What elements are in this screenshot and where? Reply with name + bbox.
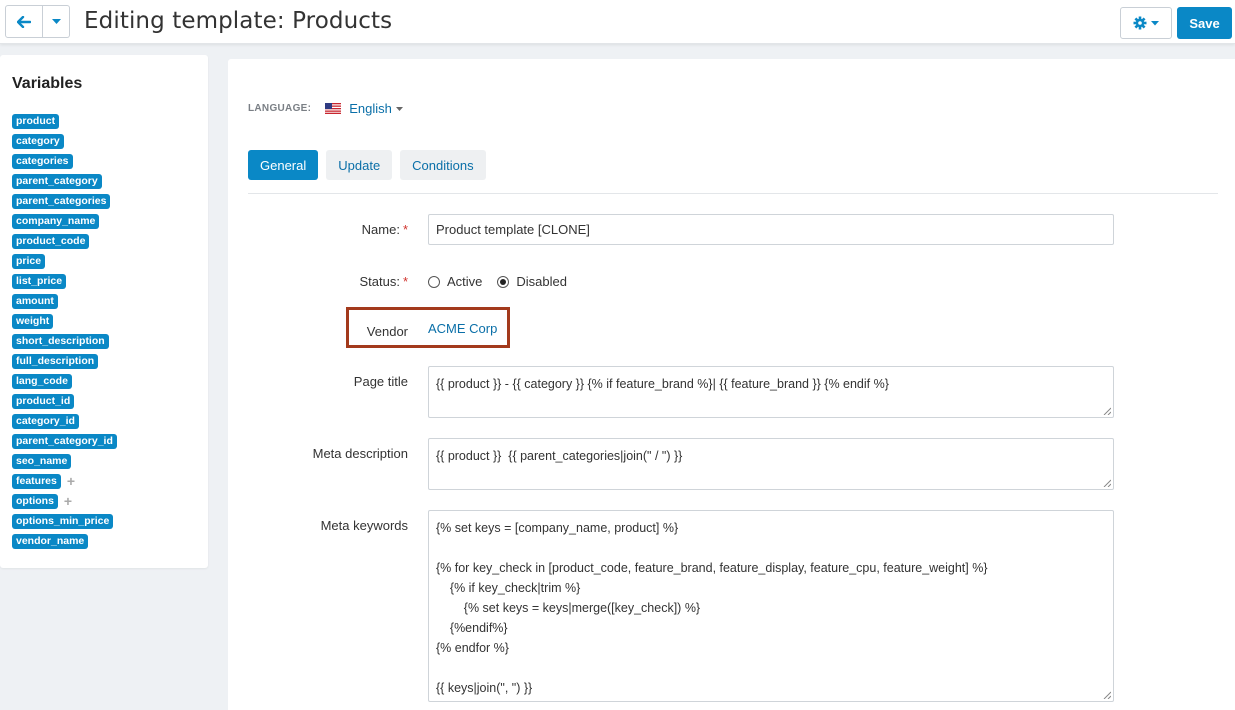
gear-icon: [1133, 16, 1147, 30]
top-bar: Editing template: Products Save: [0, 0, 1235, 44]
variable-row: weight: [12, 311, 117, 331]
variable-row: features +: [12, 471, 117, 491]
name-label: Name: *: [361, 222, 408, 237]
save-button[interactable]: Save: [1177, 7, 1232, 39]
variable-row: options +: [12, 491, 117, 511]
variable-tag-product[interactable]: product: [12, 113, 60, 129]
variable-tag-options[interactable]: options: [12, 493, 58, 509]
history-dropdown-button[interactable]: [43, 5, 70, 38]
back-button-group: [5, 5, 70, 38]
meta-keywords-value: {% set keys = [company_name, product] %}…: [436, 521, 988, 695]
variable-row: product: [12, 111, 117, 131]
language-selector: LANGUAGE: English: [248, 101, 403, 116]
variable-row: list_price: [12, 271, 117, 291]
variable-tag-seo-name[interactable]: seo_name: [12, 453, 72, 469]
variable-row: product_code: [12, 231, 117, 251]
language-dropdown[interactable]: English: [349, 101, 392, 116]
caret-down-icon: [395, 106, 403, 111]
variable-row: company_name: [12, 211, 117, 231]
variable-row: seo_name: [12, 451, 117, 471]
variable-row: category_id: [12, 411, 117, 431]
status-active-label: Active: [447, 274, 483, 289]
caret-down-icon: [51, 18, 61, 24]
meta-description-label: Meta description: [312, 446, 408, 461]
page-title-label: Page title: [353, 374, 408, 389]
name-field[interactable]: Product template [CLONE]: [428, 214, 1114, 245]
meta-keywords-textarea[interactable]: {% set keys = [company_name, product] %}…: [428, 510, 1114, 702]
expand-plus-icon[interactable]: +: [67, 473, 75, 489]
variable-tag-product-id[interactable]: product_id: [12, 393, 75, 409]
page-title: Editing template: Products: [84, 8, 393, 34]
us-flag-icon: [325, 103, 342, 114]
tabs-divider: [248, 193, 1218, 194]
resize-handle-icon[interactable]: [1103, 691, 1111, 699]
vendor-link[interactable]: ACME Corp: [428, 321, 497, 336]
variable-row: lang_code: [12, 371, 117, 391]
caret-down-icon: [1151, 20, 1159, 25]
main-panel: LANGUAGE: English General Update Conditi…: [228, 59, 1235, 710]
status-active-radio[interactable]: [428, 275, 440, 288]
variable-row: vendor_name: [12, 531, 117, 551]
variable-tag-parent-category[interactable]: parent_category: [12, 173, 102, 189]
expand-plus-icon[interactable]: +: [64, 493, 72, 509]
variable-row: parent_categories: [12, 191, 117, 211]
variable-row: categories: [12, 151, 117, 171]
variable-row: options_min_price: [12, 511, 117, 531]
variable-tag-features[interactable]: features: [12, 473, 61, 489]
variable-row: price: [12, 251, 117, 271]
status-disabled-radio[interactable]: [497, 275, 510, 288]
variable-tag-weight[interactable]: weight: [12, 313, 54, 329]
tab-general[interactable]: General: [248, 150, 319, 180]
language-label: LANGUAGE:: [248, 103, 312, 114]
meta-keywords-label: Meta keywords: [320, 518, 408, 533]
variable-tag-list-price[interactable]: list_price: [12, 273, 67, 289]
variable-row: short_description: [12, 331, 117, 351]
variable-row: full_description: [12, 351, 117, 371]
variables-sidebar: Variables product category categories paren…: [0, 55, 208, 568]
variable-row: parent_category: [12, 171, 117, 191]
variable-tag-full-description[interactable]: full_description: [12, 353, 99, 369]
settings-dropdown-button[interactable]: [1120, 7, 1172, 39]
variable-tag-company-name[interactable]: company_name: [12, 213, 100, 229]
variable-row: category: [12, 131, 117, 151]
variable-tag-lang-code[interactable]: lang_code: [12, 373, 72, 389]
vendor-label: Vendor: [366, 324, 408, 339]
tab-conditions[interactable]: Conditions: [400, 150, 486, 180]
variable-tag-price[interactable]: price: [12, 253, 46, 269]
variable-row: amount: [12, 291, 117, 311]
back-button[interactable]: [5, 5, 43, 38]
variable-tag-amount[interactable]: amount: [12, 293, 58, 309]
meta-description-value: {{ product }} {{ parent_categories|join(…: [436, 449, 683, 463]
arrow-left-icon: [17, 15, 31, 28]
variable-tag-categories[interactable]: categories: [12, 153, 73, 169]
meta-description-textarea[interactable]: {{ product }} {{ parent_categories|join(…: [428, 438, 1114, 490]
variable-tag-category-id[interactable]: category_id: [12, 413, 79, 429]
tab-update[interactable]: Update: [326, 150, 393, 180]
variable-tag-parent-categories[interactable]: parent_categories: [12, 193, 111, 209]
variable-tag-options-min-price[interactable]: options_min_price: [12, 513, 114, 529]
resize-handle-icon[interactable]: [1103, 407, 1111, 415]
resize-handle-icon[interactable]: [1103, 479, 1111, 487]
variable-tag-product-code[interactable]: product_code: [12, 233, 90, 249]
variable-row: parent_category_id: [12, 431, 117, 451]
sidebar-title: Variables: [12, 75, 83, 92]
variable-tag-parent-category-id[interactable]: parent_category_id: [12, 433, 117, 449]
variables-list: product category categories parent_category…: [12, 111, 117, 551]
variable-tag-category[interactable]: category: [12, 133, 64, 149]
page-title-textarea[interactable]: {{ product }} - {{ category }} {% if fea…: [428, 366, 1114, 418]
status-disabled-label: Disabled: [516, 274, 567, 289]
tabs: General Update Conditions: [248, 150, 486, 180]
variable-row: product_id: [12, 391, 117, 411]
variable-tag-short-description[interactable]: short_description: [12, 333, 109, 349]
status-radio-group: Active Disabled: [428, 274, 567, 289]
status-label: Status: *: [359, 274, 408, 289]
page-title-value: {{ product }} - {{ category }} {% if fea…: [436, 377, 889, 391]
variable-tag-vendor-name[interactable]: vendor_name: [12, 533, 89, 549]
